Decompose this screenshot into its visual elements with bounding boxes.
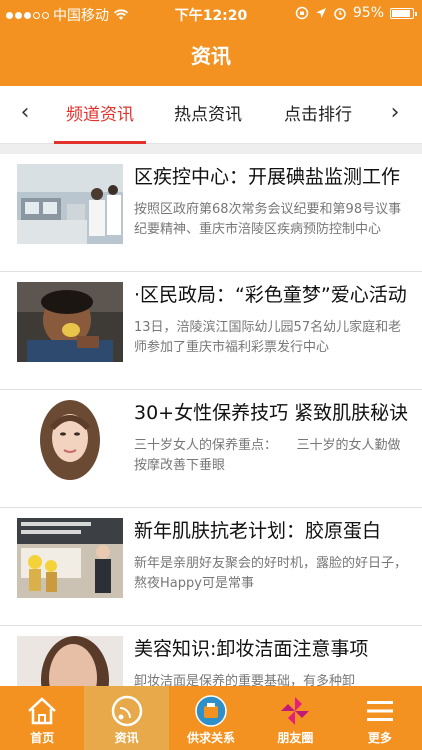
news-summary: 三十岁女人的保养重点： 三十岁的女人勤做按摩改善下垂眼 — [134, 438, 401, 473]
presentation-photo — [17, 518, 123, 598]
tab-channel-news[interactable]: 频道资讯 — [48, 86, 152, 144]
news-summary: 按照区政府第68次常务会议纪要和第98号议事纪要精神、重庆市涪陵区疾病预防控制中… — [134, 202, 402, 237]
home-icon — [28, 697, 57, 725]
tabbar-friends[interactable]: 朋友圈 — [253, 686, 337, 750]
rotation-lock-icon — [295, 6, 309, 20]
news-title: 美容知识:卸妆洁面注意事项 — [134, 638, 369, 660]
news-summary: 13日，涪陵滨江国际幼儿园57名幼儿家庭和老师参加了重庆市福利彩票发行中心 — [134, 320, 402, 355]
tab-hot-news[interactable]: 热点资讯 — [156, 86, 260, 144]
battery-icon — [390, 7, 417, 19]
list-item[interactable]: 区疾控中心：开展碘盐监测工作 按照区政府第68次常务会议纪要和第98号议事纪要精… — [0, 154, 422, 272]
tabbar-label: 首页 — [30, 731, 55, 745]
tabs-next-arrow[interactable]: › — [380, 100, 410, 125]
news-icon — [111, 695, 142, 727]
news-title: 区疾控中心：开展碘盐监测工作 — [134, 166, 401, 188]
tabbar-label: 朋友圈 — [277, 731, 314, 745]
tab-label: 热点资讯 — [174, 105, 242, 125]
more-icon — [366, 701, 393, 721]
tabbar-label: 更多 — [367, 731, 392, 745]
tabbar-news[interactable]: 资讯 — [84, 686, 169, 750]
tab-label: 频道资讯 — [66, 105, 134, 125]
alarm-icon — [334, 8, 346, 20]
section-divider — [0, 144, 422, 154]
page-title: 资讯 — [0, 28, 422, 86]
tab-label: 点击排行 — [284, 105, 352, 125]
tabbar-label: 供求关系 — [187, 731, 236, 745]
tabbar-label: 资讯 — [114, 731, 139, 745]
tabbar-home[interactable]: 首页 — [0, 686, 84, 750]
tab-click-ranking[interactable]: 点击排行 — [266, 86, 370, 144]
child-eating-photo — [17, 282, 123, 362]
woman-portrait-photo — [17, 400, 123, 480]
status-indicators: 95% — [295, 5, 417, 21]
bottom-tab-bar: 首页 资讯 供求关系 朋友圈 更多 — [0, 686, 422, 750]
news-summary: 新年是亲朋好友聚会的好时机，露脸的好日子，熬夜Happy可是常事 — [134, 556, 408, 591]
tabbar-more[interactable]: 更多 — [338, 686, 422, 750]
battery-percent: 95% — [352, 5, 384, 21]
lab-photo — [17, 164, 123, 244]
supply-icon — [195, 695, 227, 727]
status-bar: 中国移动 下午12:20 95% — [0, 0, 422, 28]
list-item[interactable]: 新年肌肤抗老计划：胶原蛋白 新年是亲朋好友聚会的好时机，露脸的好日子，熬夜Hap… — [0, 508, 422, 626]
channel-tabs: ‹ 频道资讯 热点资讯 点击排行 › — [0, 86, 422, 144]
news-title: 30+女性保养技巧 紧致肌肤秘诀 — [134, 402, 409, 424]
list-item[interactable]: ·区民政局：“彩色童梦”爱心活动 13日，涪陵滨江国际幼儿园57名幼儿家庭和老师… — [0, 272, 422, 390]
tabs-prev-arrow[interactable]: ‹ — [10, 100, 40, 125]
news-title: ·区民政局：“彩色童梦”爱心活动 — [134, 284, 407, 306]
tabbar-supply[interactable]: 供求关系 — [169, 686, 253, 750]
location-icon — [315, 8, 326, 18]
friends-icon — [281, 697, 310, 725]
list-item[interactable]: 30+女性保养技巧 紧致肌肤秘诀 三十岁女人的保养重点： 三十岁的女人勤做按摩改… — [0, 390, 422, 508]
news-title: 新年肌肤抗老计划：胶原蛋白 — [134, 520, 382, 542]
